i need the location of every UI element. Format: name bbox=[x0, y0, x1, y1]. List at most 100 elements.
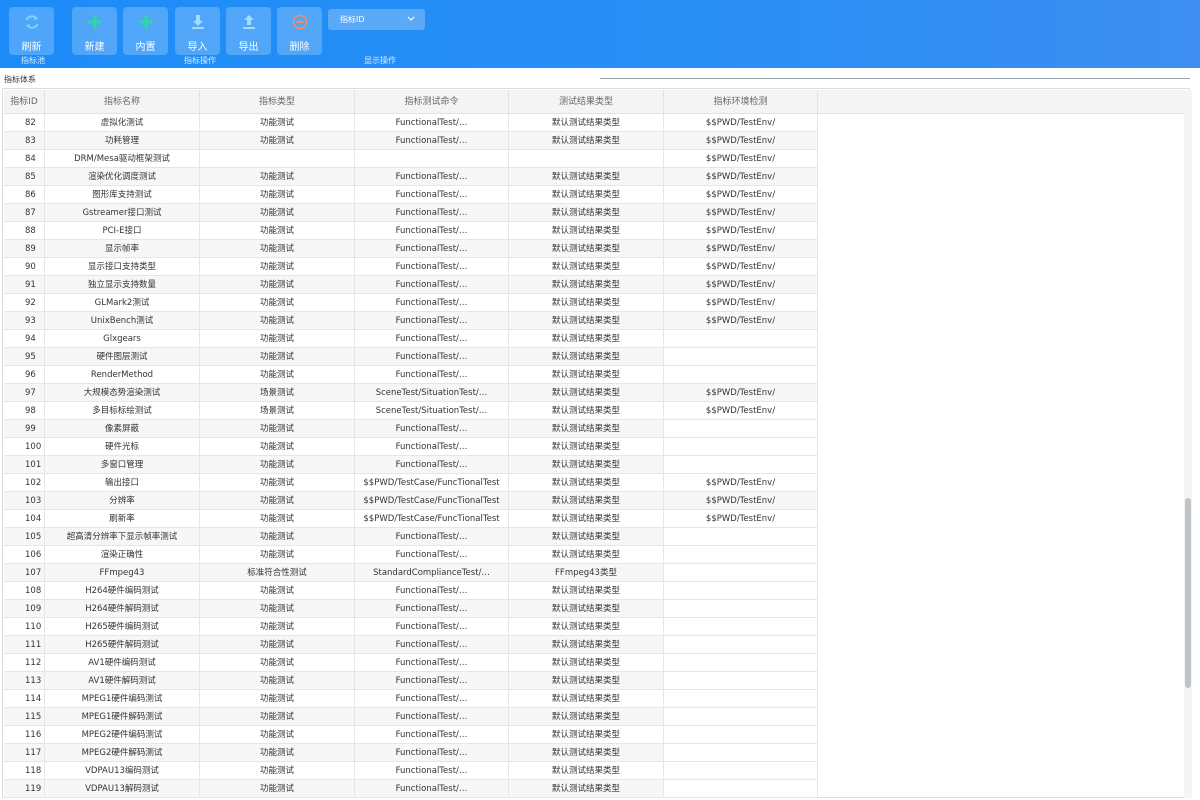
table-row[interactable]: 112 AV1硬件编码测试 功能测试 FunctionalTest/… 默认测试结果类型 bbox=[4, 654, 818, 672]
table-row[interactable]: 106 渲染正确性 功能测试 FunctionalTest/… 默认测试结果类型 bbox=[4, 546, 818, 564]
cell-name: MPEG2硬件解码测试 bbox=[45, 744, 200, 762]
table-row[interactable]: 99 像素屏蔽 功能测试 FunctionalTest/… 默认测试结果类型 bbox=[4, 420, 818, 438]
cell-id: 96 bbox=[4, 366, 45, 384]
cell-type: 功能测试 bbox=[200, 600, 355, 618]
cell-id: 88 bbox=[4, 222, 45, 240]
table-row[interactable]: 115 MPEG1硬件解码测试 功能测试 FunctionalTest/… 默认测试结果… bbox=[4, 708, 818, 726]
table-row[interactable]: 90 显示接口支持类型 功能测试 FunctionalTest/… 默认测试结果类型 $$… bbox=[4, 258, 818, 276]
table-row[interactable]: 119 VDPAU13解码测试 功能测试 FunctionalTest/… 默认测试结果… bbox=[4, 780, 818, 798]
table-row[interactable]: 93 UnixBench测试 功能测试 FunctionalTest/… 默认测试结果类… bbox=[4, 312, 818, 330]
cell-type: 功能测试 bbox=[200, 186, 355, 204]
cell-result-type: 默认测试结果类型 bbox=[509, 474, 664, 492]
cell-type: 功能测试 bbox=[200, 456, 355, 474]
table-row[interactable]: 101 多窗口管理 功能测试 FunctionalTest/… 默认测试结果类型 bbox=[4, 456, 818, 474]
cell-command: FunctionalTest/… bbox=[355, 276, 509, 294]
cell-result-type: 默认测试结果类型 bbox=[509, 600, 664, 618]
table-row[interactable]: 87 Gstreamer接口测试 功能测试 FunctionalTest/… 默认测试结… bbox=[4, 204, 818, 222]
table-row[interactable]: 97 大规模态势渲染测试 场景测试 SceneTest/SituationTest/…… bbox=[4, 384, 818, 402]
cell-id: 118 bbox=[4, 762, 45, 780]
sort-field-dropdown[interactable]: 指标ID bbox=[328, 9, 425, 30]
cell-env-check: $$PWD/TestEnv/ bbox=[664, 186, 818, 204]
delete-label: 删除 bbox=[289, 42, 310, 53]
table-row[interactable]: 85 渲染优化调度测试 功能测试 FunctionalTest/… 默认测试结果类型 $$… bbox=[4, 168, 818, 186]
table-row[interactable]: 83 功耗管理 功能测试 FunctionalTest/… 默认测试结果类型 $$PWD/… bbox=[4, 132, 818, 150]
cell-result-type: 默认测试结果类型 bbox=[509, 492, 664, 510]
delete-button[interactable]: 删除 bbox=[277, 7, 322, 55]
column-header-result-type[interactable]: 测试结果类型 bbox=[509, 90, 664, 114]
cell-result-type: 默认测试结果类型 bbox=[509, 114, 664, 132]
table-row[interactable]: 89 显示帧率 功能测试 FunctionalTest/… 默认测试结果类型 $$PWD/… bbox=[4, 240, 818, 258]
cell-command: FunctionalTest/… bbox=[355, 618, 509, 636]
table-row[interactable]: 105 超高清分辨率下显示帧率测试 功能测试 FunctionalTest/… 默认测试… bbox=[4, 528, 818, 546]
cell-result-type: 默认测试结果类型 bbox=[509, 708, 664, 726]
builtin-button[interactable]: 内置 bbox=[123, 7, 168, 55]
column-header-name[interactable]: 指标名称 bbox=[45, 90, 200, 114]
cell-command: FunctionalTest/… bbox=[355, 204, 509, 222]
table-row[interactable]: 113 AV1硬件解码测试 功能测试 FunctionalTest/… 默认测试结果类型 bbox=[4, 672, 818, 690]
import-button[interactable]: 导入 bbox=[175, 7, 220, 55]
export-button[interactable]: 导出 bbox=[226, 7, 271, 55]
cell-type: 功能测试 bbox=[200, 672, 355, 690]
cell-name: 独立显示支持数量 bbox=[45, 276, 200, 294]
cell-env-check bbox=[664, 744, 818, 762]
table-row[interactable]: 108 H264硬件编码测试 功能测试 FunctionalTest/… 默认测试结果类… bbox=[4, 582, 818, 600]
cell-type bbox=[200, 150, 355, 168]
cell-result-type: 默认测试结果类型 bbox=[509, 168, 664, 186]
table-row[interactable]: 118 VDPAU13编码测试 功能测试 FunctionalTest/… 默认测试结果… bbox=[4, 762, 818, 780]
cell-command: FunctionalTest/… bbox=[355, 600, 509, 618]
table-row[interactable]: 114 MPEG1硬件编码测试 功能测试 FunctionalTest/… 默认测试结果… bbox=[4, 690, 818, 708]
cell-command: FunctionalTest/… bbox=[355, 258, 509, 276]
cell-command: $$PWD/TestCase/FuncTionalTest bbox=[355, 510, 509, 528]
cell-type: 功能测试 bbox=[200, 114, 355, 132]
table-row[interactable]: 117 MPEG2硬件解码测试 功能测试 FunctionalTest/… 默认测试结果… bbox=[4, 744, 818, 762]
cell-env-check: $$PWD/TestEnv/ bbox=[664, 312, 818, 330]
plus-icon bbox=[87, 15, 102, 29]
table-row[interactable]: 91 独立显示支持数量 功能测试 FunctionalTest/… 默认测试结果类型 $$… bbox=[4, 276, 818, 294]
cell-env-check: $$PWD/TestEnv/ bbox=[664, 204, 818, 222]
cell-type: 功能测试 bbox=[200, 294, 355, 312]
column-header-id[interactable]: 指标ID bbox=[4, 90, 45, 114]
cell-result-type: 默认测试结果类型 bbox=[509, 762, 664, 780]
new-button[interactable]: 新建 bbox=[72, 7, 117, 55]
cell-env-check bbox=[664, 528, 818, 546]
cell-command: FunctionalTest/… bbox=[355, 690, 509, 708]
cell-id: 84 bbox=[4, 150, 45, 168]
cell-env-check bbox=[664, 438, 818, 456]
column-header-type[interactable]: 指标类型 bbox=[200, 90, 355, 114]
table-row[interactable]: 110 H265硬件编码测试 功能测试 FunctionalTest/… 默认测试结果类… bbox=[4, 618, 818, 636]
table-row[interactable]: 92 GLMark2测试 功能测试 FunctionalTest/… 默认测试结果类型 $… bbox=[4, 294, 818, 312]
table-row[interactable]: 96 RenderMethod 功能测试 FunctionalTest/… 默认测试结果… bbox=[4, 366, 818, 384]
column-header-env-check[interactable]: 指标环境检测 bbox=[664, 90, 818, 114]
cell-command: SceneTest/SituationTest/… bbox=[355, 402, 509, 420]
table-row[interactable]: 98 多目标标绘测试 场景测试 SceneTest/SituationTest/… 默认… bbox=[4, 402, 818, 420]
cell-result-type: 默认测试结果类型 bbox=[509, 132, 664, 150]
table-row[interactable]: 86 图形库支持测试 功能测试 FunctionalTest/… 默认测试结果类型 $$P… bbox=[4, 186, 818, 204]
cell-env-check bbox=[664, 672, 818, 690]
cell-name: 超高清分辨率下显示帧率测试 bbox=[45, 528, 200, 546]
table-row[interactable]: 109 H264硬件解码测试 功能测试 FunctionalTest/… 默认测试结果类… bbox=[4, 600, 818, 618]
column-header-command[interactable]: 指标测试命令 bbox=[355, 90, 509, 114]
table-row[interactable]: 116 MPEG2硬件编码测试 功能测试 FunctionalTest/… 默认测试结果… bbox=[4, 726, 818, 744]
table-row[interactable]: 111 H265硬件解码测试 功能测试 FunctionalTest/… 默认测试结果类… bbox=[4, 636, 818, 654]
table-row[interactable]: 82 虚拟化测试 功能测试 FunctionalTest/… 默认测试结果类型 $$PWD… bbox=[4, 114, 818, 132]
table-row[interactable]: 94 Glxgears 功能测试 FunctionalTest/… 默认测试结果类型 bbox=[4, 330, 818, 348]
cell-command: SceneTest/SituationTest/… bbox=[355, 384, 509, 402]
cell-env-check: $$PWD/TestEnv/ bbox=[664, 384, 818, 402]
table-row[interactable]: 107 FFmpeg43 标准符合性测试 StandardComplianceTest… bbox=[4, 564, 818, 582]
refresh-button[interactable]: 刷新 bbox=[9, 7, 54, 55]
table-row[interactable]: 102 输出接口 功能测试 $$PWD/TestCase/FuncTionalTest… bbox=[4, 474, 818, 492]
table-row[interactable]: 104 刷新率 功能测试 $$PWD/TestCase/FuncTionalTest 默… bbox=[4, 510, 818, 528]
vertical-scrollbar[interactable] bbox=[1184, 90, 1192, 798]
cell-name: 刷新率 bbox=[45, 510, 200, 528]
scrollbar-thumb[interactable] bbox=[1185, 498, 1191, 688]
cell-id: 95 bbox=[4, 348, 45, 366]
table-row[interactable]: 88 PCI-E接口 功能测试 FunctionalTest/… 默认测试结果类型 $$P… bbox=[4, 222, 818, 240]
cell-result-type: 默认测试结果类型 bbox=[509, 744, 664, 762]
table-row[interactable]: 103 分辨率 功能测试 $$PWD/TestCase/FuncTionalTest 默… bbox=[4, 492, 818, 510]
table-row[interactable]: 100 硬件光标 功能测试 FunctionalTest/… 默认测试结果类型 bbox=[4, 438, 818, 456]
cell-name: MPEG1硬件编码测试 bbox=[45, 690, 200, 708]
cell-env-check: $$PWD/TestEnv/ bbox=[664, 474, 818, 492]
table-row[interactable]: 84 DRM/Mesa驱动框架测试 $$PWD/TestEnv/ bbox=[4, 150, 818, 168]
table-row[interactable]: 95 硬件图层测试 功能测试 FunctionalTest/… 默认测试结果类型 bbox=[4, 348, 818, 366]
cell-type: 功能测试 bbox=[200, 168, 355, 186]
